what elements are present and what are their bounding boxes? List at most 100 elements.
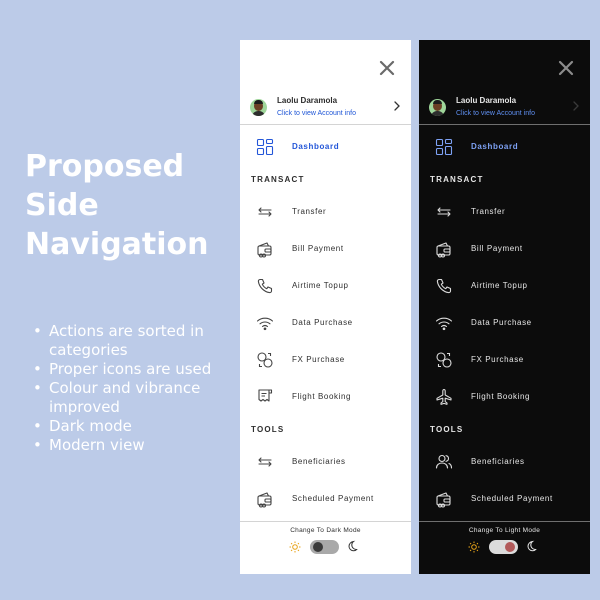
section-heading-tools: TOOLS bbox=[251, 425, 285, 434]
side-nav-dark: Laolu Daramola Click to view Account inf… bbox=[419, 40, 590, 574]
nav-label: Dashboard bbox=[471, 142, 519, 151]
nav-item-bill-payment[interactable]: Bill Payment bbox=[240, 236, 411, 262]
nav-label: Transfer bbox=[471, 207, 506, 216]
feature-text: Actions are sorted in bbox=[49, 322, 204, 340]
wallet-icon bbox=[436, 492, 451, 508]
nav-item-dashboard[interactable]: Dashboard bbox=[240, 134, 411, 160]
account-info-link[interactable]: Click to view Account info bbox=[456, 110, 535, 117]
nav-label: Scheduled Payment bbox=[292, 494, 374, 503]
divider bbox=[240, 521, 411, 522]
nav-label: Beneficiaries bbox=[292, 457, 346, 466]
feature-text: Proper icons are used bbox=[49, 360, 212, 378]
nav-item-flight-booking[interactable]: Flight Booking bbox=[240, 384, 411, 410]
divider bbox=[419, 124, 590, 125]
profile-header[interactable]: Laolu Daramola Click to view Account inf… bbox=[240, 94, 411, 124]
currency-exchange-icon bbox=[257, 352, 273, 368]
theme-toggle-row bbox=[419, 538, 590, 556]
nav-label: FX Purchase bbox=[292, 355, 345, 364]
feature-text: categories bbox=[49, 341, 128, 359]
nav-item-data-purchase[interactable]: Data Purchase bbox=[419, 310, 590, 336]
nav-item-beneficiaries[interactable]: Beneficiaries bbox=[419, 449, 590, 475]
airplane-icon bbox=[436, 388, 452, 405]
headline-line: Proposed bbox=[25, 149, 185, 184]
feature-text: improved bbox=[49, 398, 120, 416]
toggle-knob bbox=[313, 542, 323, 552]
feature-text: Modern view bbox=[49, 436, 145, 454]
theme-toggle-switch[interactable] bbox=[489, 540, 518, 554]
nav-label: Bill Payment bbox=[471, 244, 523, 253]
nav-item-fx-purchase[interactable]: FX Purchase bbox=[419, 347, 590, 373]
nav-label: Dashboard bbox=[292, 142, 340, 151]
close-icon[interactable] bbox=[378, 59, 396, 77]
nav-item-scheduled-payment[interactable]: Scheduled Payment bbox=[240, 486, 411, 512]
transfer-icon bbox=[258, 457, 272, 467]
section-heading-tools: TOOLS bbox=[430, 425, 464, 434]
feature-text: Dark mode bbox=[49, 417, 132, 435]
feature-item: • Dark mode bbox=[33, 417, 233, 436]
wifi-icon bbox=[435, 317, 453, 331]
headline-line: Side bbox=[25, 188, 99, 223]
page-headline: Proposed Side Navigation bbox=[25, 147, 225, 264]
feature-item: • Colour and vibrance improved bbox=[33, 379, 201, 416]
profile-name: Laolu Daramola bbox=[277, 96, 338, 105]
side-nav-light: Laolu Daramola Click to view Account inf… bbox=[240, 40, 411, 574]
divider bbox=[419, 521, 590, 522]
nav-label: Beneficiaries bbox=[471, 457, 525, 466]
wallet-icon bbox=[257, 492, 272, 508]
nav-label: Flight Booking bbox=[292, 392, 352, 401]
nav-label: Airtime Topup bbox=[471, 281, 528, 290]
account-info-link[interactable]: Click to view Account info bbox=[277, 110, 356, 117]
nav-label: Bill Payment bbox=[292, 244, 344, 253]
feature-item: • Proper icons are used bbox=[33, 360, 233, 379]
chevron-right-icon bbox=[394, 101, 400, 111]
nav-item-transfer[interactable]: Transfer bbox=[419, 199, 590, 225]
transfer-icon bbox=[437, 207, 451, 217]
feature-text: Colour and vibrance bbox=[49, 379, 201, 397]
toggle-knob bbox=[505, 542, 515, 552]
theme-toggle-row bbox=[240, 538, 411, 556]
moon-icon bbox=[527, 540, 537, 552]
theme-toggle-switch[interactable] bbox=[310, 540, 339, 554]
section-heading-transact: TRANSACT bbox=[430, 175, 484, 184]
nav-item-transfer[interactable]: Transfer bbox=[240, 199, 411, 225]
phone-icon bbox=[257, 278, 273, 294]
feature-item: • Actions are sorted in categories bbox=[33, 322, 204, 359]
wallet-icon bbox=[436, 242, 451, 258]
nav-label: Data Purchase bbox=[471, 318, 532, 327]
nav-item-fx-purchase[interactable]: FX Purchase bbox=[240, 347, 411, 373]
nav-label: Airtime Topup bbox=[292, 281, 349, 290]
nav-label: Flight Booking bbox=[471, 392, 531, 401]
profile-header[interactable]: Laolu Daramola Click to view Account inf… bbox=[419, 94, 590, 124]
nav-item-data-purchase[interactable]: Data Purchase bbox=[240, 310, 411, 336]
ticket-icon bbox=[258, 389, 273, 402]
nav-item-flight-booking[interactable]: Flight Booking bbox=[419, 384, 590, 410]
profile-name: Laolu Daramola bbox=[456, 96, 517, 105]
divider bbox=[240, 124, 411, 125]
wallet-icon bbox=[257, 242, 272, 258]
avatar bbox=[429, 99, 446, 116]
currency-exchange-icon bbox=[436, 352, 452, 368]
nav-item-airtime-topup[interactable]: Airtime Topup bbox=[240, 273, 411, 299]
nav-label: Transfer bbox=[292, 207, 327, 216]
avatar bbox=[250, 99, 267, 116]
moon-icon bbox=[348, 540, 358, 552]
chevron-right-icon bbox=[573, 101, 579, 111]
nav-item-bill-payment[interactable]: Bill Payment bbox=[419, 236, 590, 262]
nav-item-dashboard[interactable]: Dashboard bbox=[419, 134, 590, 160]
nav-item-airtime-topup[interactable]: Airtime Topup bbox=[419, 273, 590, 299]
nav-item-beneficiaries[interactable]: Beneficiaries bbox=[240, 449, 411, 475]
nav-label: Data Purchase bbox=[292, 318, 353, 327]
feature-list: • Actions are sorted in categories • Proper… bbox=[33, 322, 233, 455]
wifi-icon bbox=[256, 317, 274, 331]
sun-icon bbox=[468, 541, 480, 553]
phone-icon bbox=[436, 278, 452, 294]
nav-item-scheduled-payment[interactable]: Scheduled Payment bbox=[419, 486, 590, 512]
section-heading-transact: TRANSACT bbox=[251, 175, 305, 184]
close-icon[interactable] bbox=[557, 59, 575, 77]
nav-label: Scheduled Payment bbox=[471, 494, 553, 503]
theme-toggle-label: Change To Dark Mode bbox=[290, 527, 361, 534]
headline-line: Navigation bbox=[25, 227, 209, 262]
theme-toggle-label: Change To Light Mode bbox=[468, 527, 541, 534]
nav-label: FX Purchase bbox=[471, 355, 524, 364]
dashboard-icon bbox=[256, 138, 274, 156]
